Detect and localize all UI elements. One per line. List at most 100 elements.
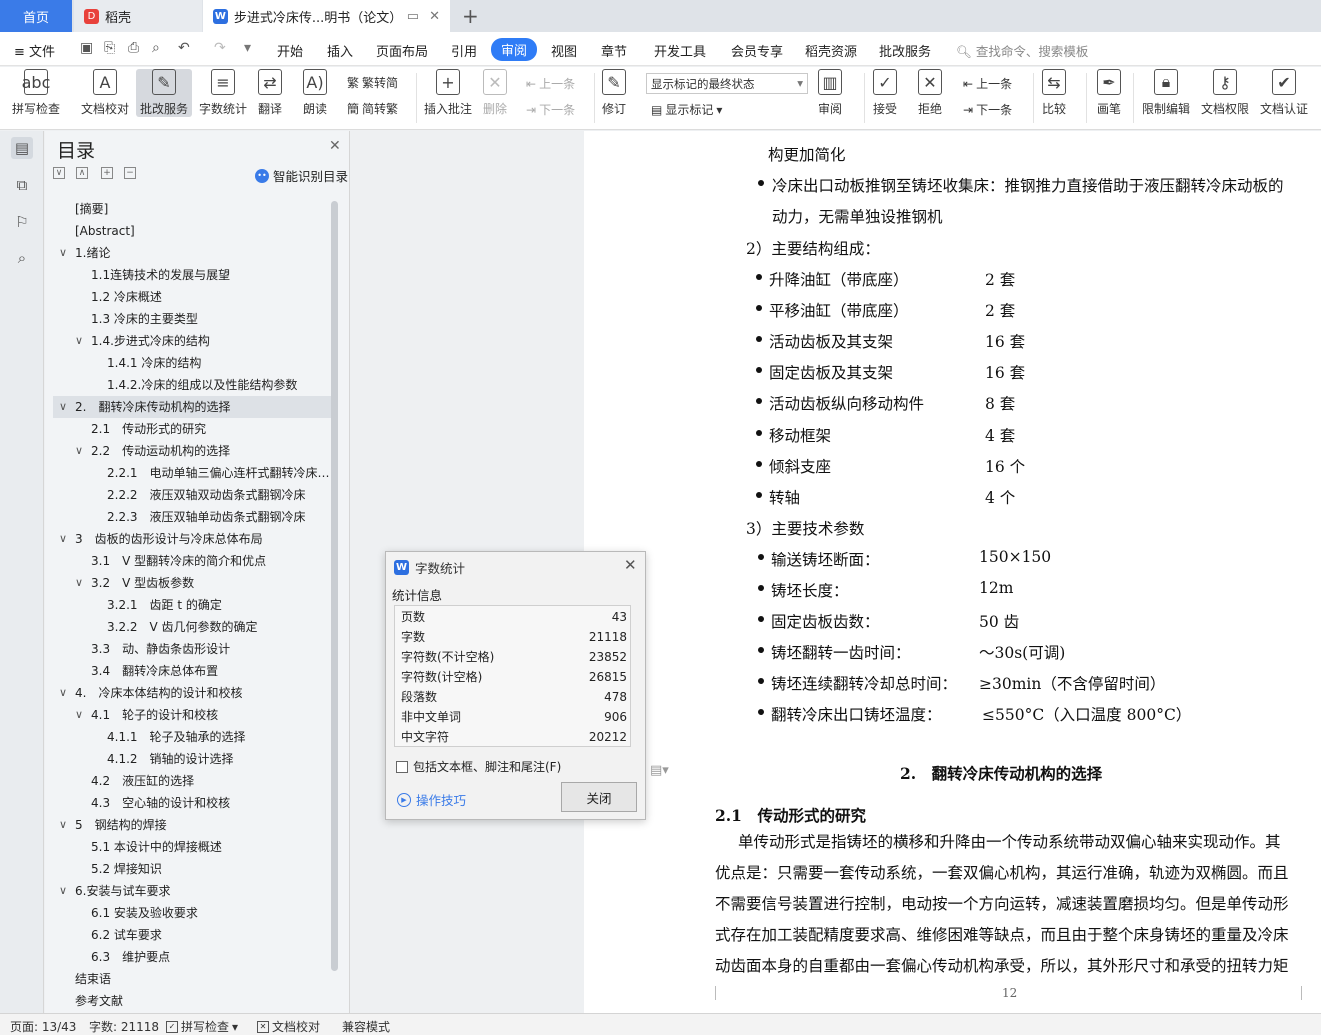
next-comment-button[interactable]: ⇥ 下一条 [526,101,575,118]
prev-change-button[interactable]: ⇤ 上一条 [963,75,1012,92]
outline-view-icon[interactable]: ▤ [11,137,33,159]
expand-toggle-icon[interactable]: ∨ [59,682,67,704]
toc-item[interactable]: 参考文献 [53,990,331,1012]
toc-item[interactable]: ∨ 4. 冷床本体结构的设计和校核 [53,682,331,704]
toc-item[interactable]: 3.1 V 型翻转冷床的简介和优点 [53,550,331,572]
paragraph-tool-icon[interactable]: ▤▾ [650,763,669,778]
toc-item[interactable]: 4.3 空心轴的设计和校核 [53,792,331,814]
markup-state-select[interactable]: 显示标记的最终状态 [646,73,808,94]
delete-comment-button[interactable]: ✕ 删除 [483,69,507,117]
correction-service-button[interactable]: ✎ 批改服务 [136,69,193,117]
toc-item[interactable]: 2.2.1 电动单轴三偏心连杆式翻转冷床的... [53,462,331,484]
compare-button[interactable]: ⇆ 比较 [1042,69,1066,117]
menu-start[interactable]: 开始 [277,41,303,60]
bookmark-icon[interactable]: ⚐ [11,211,33,233]
expand-all-icon[interactable]: ∨ [53,167,65,179]
toc-item[interactable]: 4.1.2 销轴的设计选择 [53,748,331,770]
menu-page-layout[interactable]: 页面布局 [376,41,428,60]
traditional-to-simplified-button[interactable]: 繁繁转简 [347,74,398,91]
undo-icon[interactable]: ↶ [178,40,190,56]
toc-scrollbar[interactable] [331,201,338,971]
toc-item[interactable]: 6.2 试车要求 [53,924,331,946]
toc-item[interactable]: ∨ 5 钢结构的焊接 [53,814,331,836]
checkbox-box[interactable] [396,760,408,773]
toc-item[interactable]: 3.4 翻转冷床总体布置 [53,660,331,682]
tips-link[interactable]: ▶ 操作技巧 [397,790,466,809]
document-certify-button[interactable]: ✔ 文档认证 [1260,69,1308,117]
expand-toggle-icon[interactable]: ∨ [59,242,67,264]
page-indicator[interactable]: 页面: 13/43 [10,1018,76,1035]
toc-item[interactable]: 1.2 冷床概述 [53,286,331,308]
pin-icon[interactable]: ▭ [407,9,419,24]
toc-item[interactable]: 6.1 安装及验收要求 [53,902,331,924]
toc-item[interactable]: ∨ 2. 翻转冷床传动机构的选择 [53,396,331,418]
print-icon[interactable]: ⎙ [128,40,139,56]
toc-item[interactable]: 4.2 液压缸的选择 [53,770,331,792]
remove-heading-icon[interactable]: − [124,167,136,179]
menu-member[interactable]: 会员专享 [731,41,783,60]
close-icon[interactable]: ✕ [624,556,637,574]
menu-insert[interactable]: 插入 [327,41,353,60]
menu-references[interactable]: 引用 [451,41,477,60]
expand-toggle-icon[interactable]: ∨ [75,330,83,352]
reject-button[interactable]: ✕ 拒绝 [918,69,942,117]
track-changes-button[interactable]: ✎ 修订 [602,69,626,117]
pen-button[interactable]: ✒ 画笔 [1097,69,1121,117]
word-count-button[interactable]: ≡ 字数统计 [199,69,247,117]
tab-home[interactable]: 首页 [0,0,72,32]
expand-toggle-icon[interactable]: ∨ [59,814,67,836]
smart-toc-button[interactable]: •• 智能识别目录 [255,166,348,185]
menu-view[interactable]: 视图 [551,41,577,60]
close-tab-icon[interactable]: ✕ [429,9,440,24]
new-tab-button[interactable]: + [462,4,479,28]
close-icon[interactable]: ✕ [329,138,341,154]
menu-section[interactable]: 章节 [601,41,627,60]
export-pdf-icon[interactable]: ⎘ [104,40,115,56]
toc-item[interactable]: 5.1 本设计中的焊接概述 [53,836,331,858]
prev-comment-button[interactable]: ⇤ 上一条 [526,75,575,92]
toc-item[interactable]: ∨ 4.1 轮子的设计和校核 [53,704,331,726]
command-search[interactable]: 🔍︎ 查找命令、搜索模板 [956,41,1088,60]
menu-review[interactable]: 审阅 [491,38,538,61]
word-count-indicator[interactable]: 字数: 21118 [89,1018,159,1035]
expand-toggle-icon[interactable]: ∨ [75,440,83,462]
save-icon[interactable]: ▣ [80,40,93,56]
proofread-status[interactable]: ✕ 文档校对 [257,1018,320,1035]
document-page[interactable]: 构更加简化 冷床出口动板推钢至铸坯收集床：推钢推力直接借助于液压翻转冷床动板的 … [584,131,1321,1013]
restrict-editing-button[interactable]: 🔒︎ 限制编辑 [1142,69,1190,117]
toc-item[interactable]: 6.3 维护要点 [53,946,331,968]
toc-item[interactable]: [Abstract] [53,220,331,242]
quick-access-more-icon[interactable]: ▾ [244,40,251,56]
redo-icon[interactable]: ↷ [214,40,226,56]
toc-item[interactable]: 3.2.2 V 齿几何参数的确定 [53,616,331,638]
chapter-nav-icon[interactable]: ⧉ [11,174,33,196]
toc-item[interactable]: 2.1 传动形式的研究 [53,418,331,440]
expand-toggle-icon[interactable]: ∨ [59,880,67,902]
toc-item[interactable]: 1.3 冷床的主要类型 [53,308,331,330]
expand-toggle-icon[interactable]: ∨ [75,572,83,594]
tab-document[interactable]: W 步进式冷床传...明书（论文） ▭ ✕ [203,0,450,32]
menu-daoke-resources[interactable]: 稻壳资源 [805,41,857,60]
toc-item[interactable]: 3.2.1 齿距 t 的确定 [53,594,331,616]
proofread-button[interactable]: A 文档校对 [81,69,129,117]
insert-comment-button[interactable]: + 插入批注 [424,69,472,117]
print-preview-icon[interactable]: ⌕ [152,40,160,56]
next-change-button[interactable]: ⇥ 下一条 [963,101,1012,118]
close-button[interactable]: 关闭 [561,782,637,812]
spell-check-status[interactable]: ✓ 拼写检查 ▾ [166,1018,238,1035]
toc-item[interactable]: 1.4.2.冷床的组成以及性能结构参数 [53,374,331,396]
include-textboxes-checkbox[interactable]: 包括文本框、脚注和尾注(F) [396,758,561,775]
toc-item[interactable]: ∨ 1.绪论 [53,242,331,264]
show-markup-button[interactable]: ▤ 显示标记 ▾ [651,101,722,118]
toc-item[interactable]: 3.3 动、静齿条齿形设计 [53,638,331,660]
toc-item[interactable]: ∨ 6.安装与试车要求 [53,880,331,902]
toc-item[interactable]: 1.4.1 冷床的结构 [53,352,331,374]
toc-item[interactable]: ∨ 3 齿板的齿形设计与冷床总体布局 [53,528,331,550]
translate-button[interactable]: ⇄ 翻译 [258,69,282,117]
simplified-to-traditional-button[interactable]: 簡简转繁 [347,100,398,117]
toc-item[interactable]: 5.2 焊接知识 [53,858,331,880]
spell-check-button[interactable]: abc 拼写检查 [12,69,60,117]
read-aloud-button[interactable]: A) 朗读 [303,69,327,117]
toc-item[interactable]: 4.1.1 轮子及轴承的选择 [53,726,331,748]
add-heading-icon[interactable]: + [101,167,113,179]
